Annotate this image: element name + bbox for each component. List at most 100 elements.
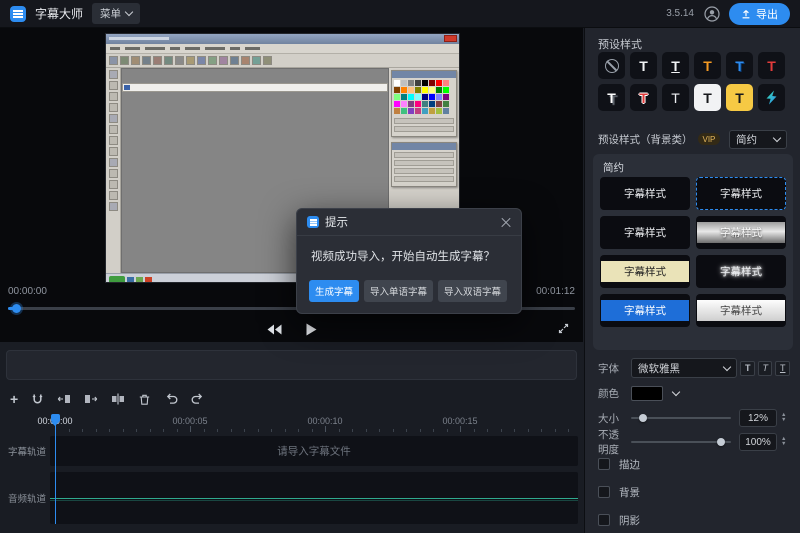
size-slider-handle[interactable]: [639, 414, 647, 422]
opacity-slider-handle[interactable]: [717, 438, 725, 446]
preset-style-tile-t-blue[interactable]: T: [726, 52, 753, 79]
fullscreen-button[interactable]: [557, 322, 570, 335]
snap-button[interactable]: [31, 393, 44, 406]
magnet-icon: [31, 393, 44, 406]
ruler-tick: [447, 429, 448, 432]
ruler-tick: [460, 426, 461, 432]
video-tool-palette: [106, 68, 121, 273]
add-subtitle-button[interactable]: +: [10, 393, 18, 405]
trim-right-button[interactable]: [84, 393, 98, 405]
stroke-checkbox[interactable]: [598, 458, 610, 470]
subtitle-style-tile[interactable]: 字幕样式: [696, 294, 786, 327]
shadow-checkbox[interactable]: [598, 514, 610, 526]
preset-style-tile-t-shadow[interactable]: T: [598, 84, 625, 111]
preset-style-tile-logo[interactable]: [758, 84, 785, 111]
subtitle-style-tile[interactable]: 字幕样式: [600, 255, 690, 288]
style-panel: 预设样式 TTTTTTTTTT 预设样式（背景类） VIP 简约 简约 字幕样式…: [584, 28, 800, 533]
trim-left-button[interactable]: [57, 393, 71, 405]
rewind-button[interactable]: [267, 324, 282, 335]
opacity-stepper[interactable]: ▲▼: [781, 437, 786, 447]
version-label: 3.5.14: [666, 8, 694, 19]
preset-style-tile-t-red-outline[interactable]: T: [630, 84, 657, 111]
audio-track[interactable]: [50, 472, 578, 524]
background-checkbox[interactable]: [598, 486, 610, 498]
bold-icon[interactable]: T: [740, 361, 755, 376]
ruler-label: 00:00:15: [442, 416, 477, 426]
menu-button[interactable]: 菜单: [92, 3, 140, 24]
palette-rows: [392, 116, 456, 136]
preset-style-tile-t-thin[interactable]: T: [662, 84, 689, 111]
user-avatar-icon[interactable]: [703, 5, 720, 22]
size-stepper[interactable]: ▲▼: [781, 413, 786, 423]
ruler-tick: [393, 429, 394, 432]
app-window: 字幕大师 菜单 3.5.14 导出: [0, 0, 800, 533]
import-dual-subtitle-button[interactable]: 导入双语字幕: [438, 280, 507, 302]
opacity-slider[interactable]: [631, 436, 731, 448]
stepper-down-icon[interactable]: ▼: [781, 442, 786, 447]
stepper-down-icon[interactable]: ▼: [781, 418, 786, 423]
preset-style-tile-t-red[interactable]: T: [758, 52, 785, 79]
ruler-tick: [420, 429, 421, 432]
opacity-value-box[interactable]: 100%: [739, 433, 777, 451]
ruler-label: 00:00:05: [172, 416, 207, 426]
preset-style-tile-t-white[interactable]: T: [630, 52, 657, 79]
subtitle-track-row: 字幕轨道 请导入字幕文件: [0, 436, 583, 466]
size-slider[interactable]: [631, 412, 731, 424]
color-swatch: [631, 386, 663, 401]
app-logo-icon: [10, 6, 26, 22]
style-letter: T: [703, 90, 712, 106]
undo-icon: [164, 393, 178, 405]
subtitle-style-tile[interactable]: 字幕样式: [696, 216, 786, 249]
playhead[interactable]: [55, 416, 56, 524]
preset-style-tile-none[interactable]: [598, 52, 625, 79]
undo-button[interactable]: [164, 393, 178, 405]
subtitle-style-tile[interactable]: 字幕样式: [600, 216, 690, 249]
playback-controls: [0, 318, 583, 340]
preset-styles-title: 预设样式: [598, 36, 642, 52]
style-category-value: 简约: [736, 132, 757, 147]
palette-swatches: [392, 78, 456, 116]
generate-subtitles-button[interactable]: 生成字幕: [309, 280, 359, 302]
preset-style-tile-t-underline[interactable]: T: [662, 52, 689, 79]
subtitle-style-tile[interactable]: 字幕样式: [600, 177, 690, 210]
import-mono-subtitle-button[interactable]: 导入单语字幕: [364, 280, 433, 302]
style-letter: T: [703, 58, 712, 74]
font-select[interactable]: 微软雅黑: [631, 358, 737, 378]
play-icon: [306, 323, 317, 336]
redo-icon: [191, 393, 205, 405]
style-group-header: 简约: [603, 160, 624, 175]
trash-icon: [138, 393, 151, 406]
play-button[interactable]: [306, 323, 317, 336]
ruler-tick: [285, 429, 286, 432]
time-ruler[interactable]: 00:00:0000:00:0500:00:1000:00:15: [0, 416, 583, 432]
preset-style-tile-t-black[interactable]: T: [694, 84, 721, 111]
subtitle-track[interactable]: 请导入字幕文件: [50, 436, 578, 466]
preset-style-tile-t-black[interactable]: T: [726, 84, 753, 111]
size-value-box[interactable]: 12%: [739, 409, 777, 427]
subtitle-style-tile[interactable]: 字幕样式: [696, 255, 786, 288]
playhead-handle[interactable]: [51, 414, 60, 422]
preset-bg-title: 预设样式（背景类）: [598, 132, 693, 147]
redo-button[interactable]: [191, 393, 205, 405]
underline-icon[interactable]: T: [775, 361, 790, 376]
dialog-logo-icon: [307, 216, 319, 228]
export-button[interactable]: 导出: [729, 3, 790, 25]
audio-track-label: 音频轨道: [8, 491, 46, 505]
dialog-close-icon[interactable]: [501, 217, 511, 227]
seek-handle[interactable]: [12, 304, 21, 313]
subtitle-style-tile-selected[interactable]: 字幕样式: [696, 177, 786, 210]
italic-icon[interactable]: T: [758, 361, 773, 376]
preset-style-tile-t-orange[interactable]: T: [694, 52, 721, 79]
style-letter: T: [671, 90, 680, 106]
subtitle-style-tile[interactable]: 字幕样式: [600, 294, 690, 327]
style-category-dropdown[interactable]: 简约: [729, 130, 787, 149]
split-button[interactable]: [111, 393, 125, 405]
color-swatch-dropdown[interactable]: [631, 386, 679, 401]
preset-bg-row: 预设样式（背景类） VIP 简约: [598, 129, 787, 149]
delete-clip-button[interactable]: [138, 393, 151, 406]
rewind-icon: [267, 324, 282, 335]
video-start-button: [109, 276, 125, 283]
ruler-tick: [541, 429, 542, 432]
stroke-option-row: 描边: [598, 456, 640, 472]
subtitle-track-label: 字幕轨道: [8, 444, 46, 458]
